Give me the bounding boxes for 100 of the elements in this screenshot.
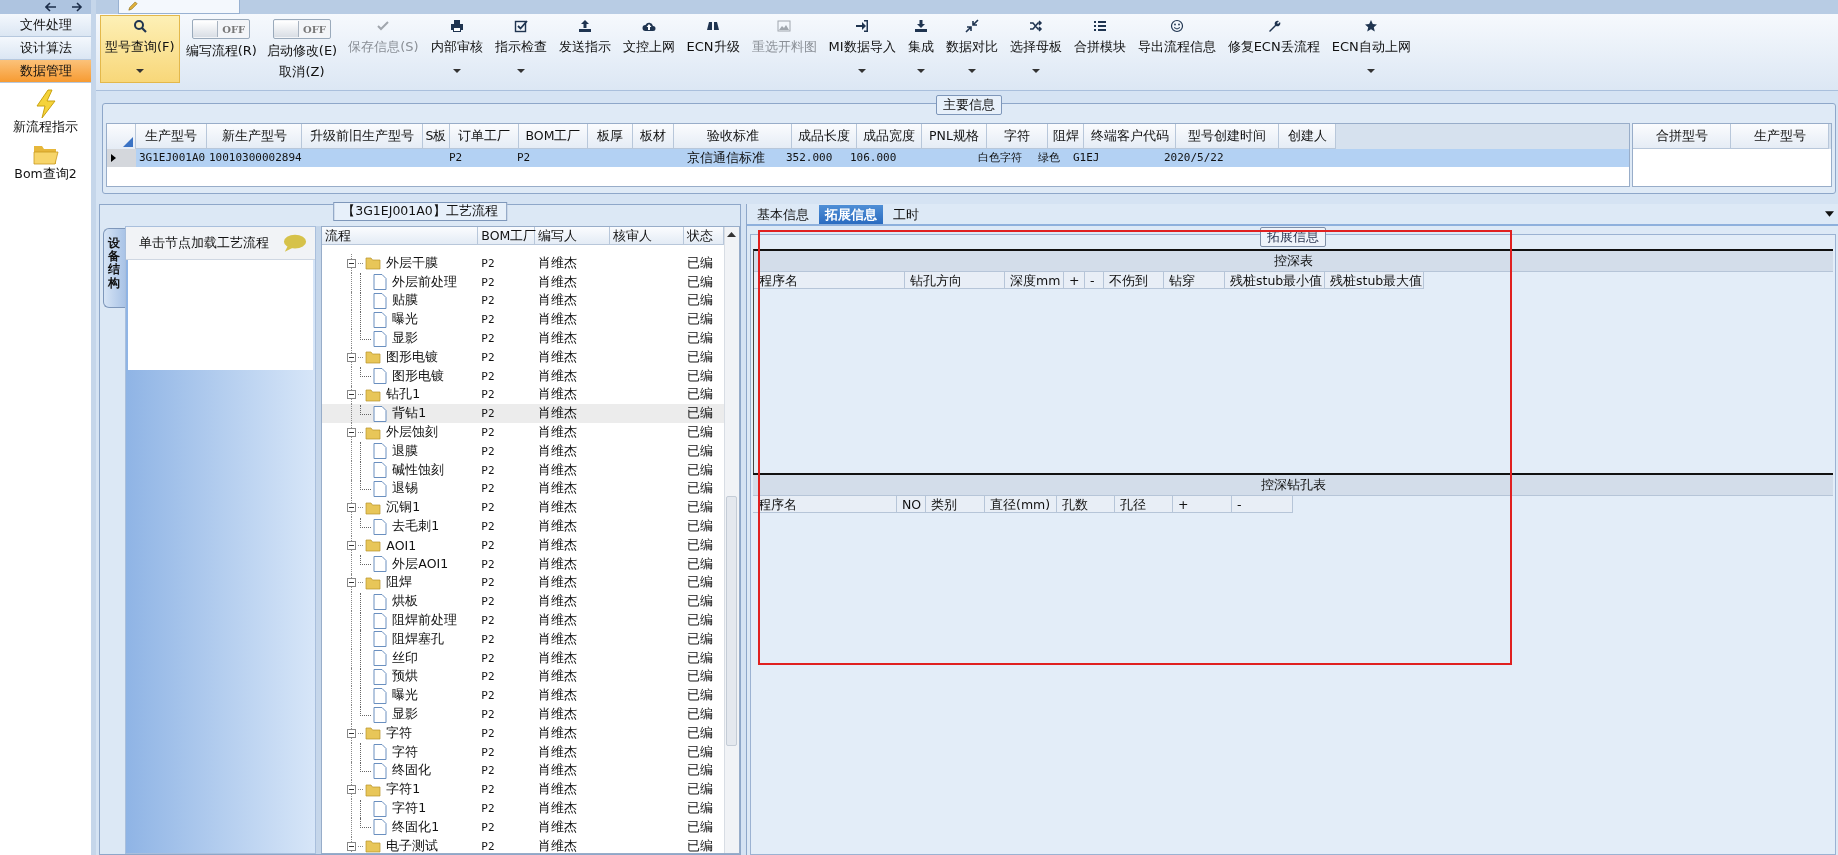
- toolbar-button[interactable]: 内部审核: [425, 15, 488, 83]
- nav-item[interactable]: 设计算法: [0, 37, 91, 60]
- tree-row[interactable]: 显影 P2 肖维杰 已编: [322, 705, 725, 724]
- column-header[interactable]: 核审人: [610, 227, 685, 244]
- column-header[interactable]: 验收标准: [674, 124, 792, 149]
- column-header[interactable]: +: [1064, 272, 1085, 289]
- column-header[interactable]: 残桩stub最小值: [1225, 272, 1325, 289]
- column-header[interactable]: 孔数: [1057, 496, 1115, 513]
- tree-row[interactable]: 图形电镀 P2 肖维杰 已编: [322, 348, 725, 367]
- column-header[interactable]: 生产型号: [136, 124, 207, 149]
- shortcut-item[interactable]: 新流程指示: [0, 83, 91, 136]
- column-header[interactable]: PNL规格: [922, 124, 987, 149]
- collapse-icon[interactable]: [347, 540, 357, 550]
- tree-row[interactable]: 退锡 P2 肖维杰 已编: [322, 479, 725, 499]
- column-header[interactable]: -: [1232, 496, 1293, 513]
- toggle-switch[interactable]: OFF: [273, 19, 331, 39]
- tree-row[interactable]: 终固化1 P2 肖维杰 已编: [322, 817, 725, 837]
- tab[interactable]: 基本信息: [751, 205, 815, 224]
- column-header[interactable]: 成品宽度: [857, 124, 922, 149]
- tree-row[interactable]: 贴膜 P2 肖维杰 已编: [322, 291, 725, 311]
- column-header[interactable]: +: [1173, 496, 1232, 513]
- collapse-icon[interactable]: [347, 258, 357, 268]
- column-header[interactable]: 深度mm: [1005, 272, 1064, 289]
- tree-row[interactable]: 碱性蚀刻 P2 肖维杰 已编: [322, 460, 725, 480]
- collapse-icon[interactable]: [347, 728, 357, 738]
- column-header[interactable]: BOM工厂: [519, 124, 588, 149]
- tree-row[interactable]: 显影 P2 肖维杰 已编: [322, 329, 725, 348]
- column-header[interactable]: 钻穿: [1164, 272, 1225, 289]
- collapse-icon[interactable]: [347, 352, 357, 362]
- toolbar-button[interactable]: 发送指示: [553, 15, 616, 83]
- collapse-icon[interactable]: [347, 390, 357, 400]
- tree-row[interactable]: 字符 P2 肖维杰 已编: [322, 742, 725, 762]
- column-header[interactable]: 生产型号: [1731, 124, 1829, 149]
- tree-row[interactable]: 去毛刺1 P2 肖维杰 已编: [322, 517, 725, 536]
- tree-row[interactable]: 字符 P2 肖维杰 已编: [322, 723, 725, 743]
- column-header[interactable]: 板厚: [588, 124, 633, 149]
- tree-row[interactable]: 背钻1 P2 肖维杰 已编: [322, 404, 725, 424]
- back-arrow-icon[interactable]: [45, 2, 57, 12]
- nav-item[interactable]: 文件处理: [0, 14, 91, 37]
- tree-row[interactable]: 外层干膜 P2 肖维杰 已编: [322, 254, 725, 273]
- tree-row[interactable]: 外层AOI1 P2 肖维杰 已编: [322, 554, 725, 574]
- tree-row[interactable]: 沉铜1 P2 肖维杰 已编: [322, 498, 725, 518]
- tree-row[interactable]: 外层蚀刻 P2 肖维杰 已编: [322, 423, 725, 442]
- tree-row[interactable]: 曝光 P2 肖维杰 已编: [322, 686, 725, 706]
- tree-row[interactable]: 电子测试 P2 肖维杰 已编: [322, 836, 725, 853]
- toolbar-button[interactable]: 选择母板: [1004, 15, 1067, 83]
- toolbar-button[interactable]: 型号查询(F): [100, 15, 180, 83]
- nav-item[interactable]: 数据管理: [0, 60, 91, 83]
- collapse-icon[interactable]: [347, 428, 357, 438]
- side-tab[interactable]: 设备结构: [103, 228, 125, 308]
- toolbar-button[interactable]: 集成: [902, 15, 939, 83]
- toolbar-button[interactable]: MI数据导入: [823, 15, 901, 83]
- toggle-sublabel[interactable]: 取消(Z): [279, 63, 325, 81]
- column-header[interactable]: 板材: [633, 124, 674, 149]
- tree-row[interactable]: 终固化 P2 肖维杰 已编: [322, 761, 725, 781]
- column-header[interactable]: 成品长度: [792, 124, 857, 149]
- column-header[interactable]: 不伤到: [1104, 272, 1164, 289]
- column-header[interactable]: 直径(mm): [985, 496, 1057, 513]
- collapse-icon[interactable]: [347, 578, 357, 588]
- tree-row[interactable]: 字符1 P2 肖维杰 已编: [322, 799, 725, 818]
- tree-row[interactable]: 预烘 P2 肖维杰 已编: [322, 667, 725, 687]
- column-header[interactable]: 孔径: [1115, 496, 1173, 513]
- tree-row[interactable]: 阻焊塞孔 P2 肖维杰 已编: [322, 629, 725, 649]
- grid-row[interactable]: 3G1EJ001A0 10010300002894 P2 P2 京信通信标准 352.000 106.000 白色字符 绿色 G1EJ 2020/5/22: [107, 149, 1629, 167]
- tree-row[interactable]: 曝光 P2 肖维杰 已编: [322, 310, 725, 330]
- exit-arrow-icon[interactable]: [71, 2, 83, 12]
- tree-row[interactable]: 图形电镀 P2 肖维杰 已编: [322, 366, 725, 386]
- column-header[interactable]: NO: [897, 496, 926, 513]
- column-header[interactable]: 新生产型号: [207, 124, 302, 149]
- column-header[interactable]: 程序名: [754, 272, 905, 289]
- toolbar-button[interactable]: 导出流程信息: [1132, 15, 1221, 83]
- tree-row[interactable]: 阻焊 P2 肖维杰 已编: [322, 573, 725, 593]
- column-header[interactable]: 残桩stub最大值: [1325, 272, 1424, 289]
- toggle-switch[interactable]: OFF: [192, 19, 251, 39]
- column-header[interactable]: 型号创建时间: [1176, 124, 1279, 149]
- tree-row[interactable]: 外层前处理 P2 肖维杰 已编: [322, 272, 725, 292]
- tab[interactable]: 工时: [887, 205, 925, 224]
- toolbar-button[interactable]: 合拼模块: [1068, 15, 1131, 83]
- tree-row[interactable]: 字符1 P2 肖维杰 已编: [322, 780, 725, 800]
- column-header[interactable]: 字符: [987, 124, 1048, 149]
- tree-row[interactable]: AOI1 P2 肖维杰 已编: [322, 535, 725, 555]
- column-header[interactable]: 订单工厂: [450, 124, 519, 149]
- scrollbar[interactable]: [724, 227, 739, 853]
- toolbar-button[interactable]: 指示检查: [489, 15, 552, 83]
- toolbar-button[interactable]: 文控上网: [617, 15, 680, 83]
- column-header[interactable]: 阻焊: [1048, 124, 1084, 149]
- toolbar-button[interactable]: ECN自动上网: [1326, 15, 1416, 83]
- column-header[interactable]: 类别: [926, 496, 985, 513]
- column-header[interactable]: 合拼型号: [1633, 124, 1731, 149]
- column-header[interactable]: 创建人: [1279, 124, 1336, 149]
- tab[interactable]: 拓展信息: [819, 205, 883, 224]
- column-header[interactable]: S板: [423, 124, 450, 149]
- tree-row[interactable]: 阻焊前处理 P2 肖维杰 已编: [322, 611, 725, 630]
- column-header[interactable]: 终端客户代码: [1084, 124, 1176, 149]
- shortcut-item[interactable]: Bom查询2: [0, 136, 91, 183]
- tree-row[interactable]: 退膜 P2 肖维杰 已编: [322, 441, 725, 461]
- column-header[interactable]: 编写人: [535, 227, 611, 244]
- collapse-icon[interactable]: [347, 785, 357, 795]
- collapse-icon[interactable]: [347, 841, 357, 851]
- collapse-icon[interactable]: [347, 503, 357, 513]
